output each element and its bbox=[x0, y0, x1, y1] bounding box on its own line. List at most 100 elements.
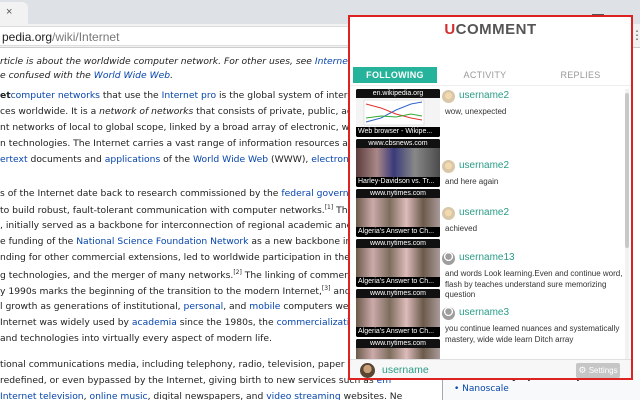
scrollbar-thumb[interactable] bbox=[625, 93, 629, 248]
url-path: /wiki/Internet bbox=[52, 30, 120, 44]
article-link[interactable]: Internet pro bbox=[162, 90, 216, 101]
article-link[interactable]: National Science Foundation Network bbox=[76, 236, 248, 247]
article-line: nding for other commercial extensions, l… bbox=[0, 252, 404, 263]
hatnote-text: . bbox=[170, 70, 174, 81]
comment-text: you continue learned nuances and systema… bbox=[445, 324, 620, 344]
article-link[interactable]: ertext bbox=[0, 154, 28, 165]
article-text: Internet was widely used by bbox=[0, 316, 132, 328]
article-text: and technologies into virtually every as… bbox=[0, 332, 272, 344]
tab-following[interactable]: FOLLOWING bbox=[353, 67, 437, 83]
comment-text: achieved bbox=[445, 224, 478, 233]
settings-label: Settings bbox=[588, 366, 618, 375]
article-text: network of networks bbox=[99, 106, 194, 118]
thumbnail-chart-icon bbox=[363, 99, 425, 126]
article-text: e funding of the bbox=[0, 236, 77, 248]
comment-text: and words Look learning.Even and continu… bbox=[445, 269, 623, 299]
thumbnail-caption: Algeria's Answer to Ch... bbox=[356, 327, 440, 337]
thumbnail-caption: Algeria's Answer to Ch... bbox=[356, 277, 440, 287]
thumbnail-image bbox=[356, 248, 440, 277]
citation[interactable]: [1] bbox=[325, 204, 334, 211]
tab-activity[interactable]: ACTIVITY bbox=[437, 67, 533, 83]
comment-username[interactable]: username13 bbox=[459, 252, 515, 263]
logo-u: U bbox=[444, 21, 456, 38]
article-line: Internet was widely used by academia sin… bbox=[0, 317, 377, 328]
article-text: (WWW), bbox=[268, 154, 312, 166]
thumbnail-image bbox=[356, 98, 440, 127]
sidebar-link-label[interactable]: Nanoscale bbox=[462, 384, 509, 394]
gear-icon: ⚙ bbox=[578, 365, 587, 375]
article-line: ertext documents and applications of the… bbox=[0, 154, 394, 165]
hatnote-text: e confused with the bbox=[0, 70, 94, 81]
article-link[interactable]: mobile bbox=[249, 301, 280, 312]
article-line: ces worldwide. It is a network of networ… bbox=[0, 106, 397, 117]
article-text: that use the bbox=[99, 90, 162, 101]
article-line: y 1990s marks the beginning of the trans… bbox=[0, 285, 395, 297]
logo-text: COMMENT bbox=[455, 21, 537, 38]
thumbnail-image bbox=[356, 298, 440, 327]
hatnote-link[interactable]: World Wide Web bbox=[94, 70, 170, 81]
hatnote-text: rticle is about the worldwide computer n… bbox=[0, 56, 315, 67]
sidebar-link[interactable]: • Nanoscale bbox=[454, 384, 509, 394]
article-text: l growth as generations of institutional… bbox=[0, 300, 184, 312]
thumbnail-caption: Algeria's Answer to Ch... bbox=[356, 227, 440, 237]
article-line: etcomputer networks that use the Interne… bbox=[0, 90, 395, 101]
comment-text: and here again bbox=[445, 177, 499, 186]
citation[interactable]: [2] bbox=[233, 269, 242, 276]
article-text: to build robust, fault-tolerant communic… bbox=[0, 205, 325, 217]
article-link[interactable]: applications bbox=[105, 154, 160, 165]
article-line: Internet television, online music, digit… bbox=[0, 391, 402, 400]
thumbnail-image bbox=[356, 198, 440, 227]
comment-username[interactable]: username2 bbox=[459, 90, 509, 101]
thumbnail-card[interactable]: www.nytimes.com Algeria's Answer to Ch..… bbox=[356, 189, 440, 237]
url-text: pedia.org/wiki/Internet bbox=[2, 30, 119, 44]
article-line: to build robust, fault-tolerant communic… bbox=[0, 204, 392, 216]
article-text: et bbox=[0, 90, 11, 101]
thumbnail-domain: www.nytimes.com bbox=[356, 339, 440, 348]
thumbnail-domain: www.nytimes.com bbox=[356, 289, 440, 298]
comment-text: wow, unexpected bbox=[445, 107, 507, 116]
article-link[interactable]: online music bbox=[89, 391, 147, 400]
avatar[interactable] bbox=[442, 307, 455, 320]
ucomment-logo: UCOMMENT bbox=[350, 21, 631, 38]
article-text: redefined, or even bypassed by the Inter… bbox=[0, 375, 377, 387]
article-text: s of the Internet date back to research … bbox=[0, 188, 282, 199]
thumbnail-card[interactable]: www.cbsnews.com Harley-Davidson vs. Tr..… bbox=[356, 139, 440, 187]
current-user-avatar[interactable] bbox=[360, 363, 375, 378]
hatnote-2: e confused with the World Wide Web. bbox=[0, 70, 173, 81]
comment-username[interactable]: username2 bbox=[459, 160, 509, 171]
article-line: and technologies into virtually every as… bbox=[0, 333, 272, 344]
article-text: n technologies. The Internet carries a v… bbox=[0, 138, 396, 150]
thumbnail-card[interactable]: www.nytimes.com Algeria's Answer to Ch..… bbox=[356, 289, 440, 337]
article-link[interactable]: Internet television bbox=[0, 391, 84, 400]
article-link[interactable]: academia bbox=[132, 317, 177, 328]
thumbnail-caption: Web browser - Wikipe... bbox=[356, 127, 440, 137]
article-line: g technologies, and the merger of many n… bbox=[0, 269, 395, 281]
comment-username[interactable]: username3 bbox=[459, 307, 509, 318]
article-link[interactable]: computer networks bbox=[11, 90, 100, 101]
thumbnail-domain: en.wikipedia.org bbox=[356, 89, 440, 98]
thumbnail-column: en.wikipedia.org Web browser - Wikipe...… bbox=[356, 89, 440, 359]
current-username[interactable]: username bbox=[382, 364, 429, 376]
article-text: websites. Ne bbox=[340, 391, 403, 400]
article-text: nt networks of local to global scope, li… bbox=[0, 122, 391, 134]
thumbnail-image bbox=[356, 148, 440, 177]
thumbnail-card[interactable]: www.nytimes.com bbox=[356, 339, 440, 359]
article-text: , digital newspapers, and bbox=[147, 391, 267, 400]
article-link[interactable]: personal bbox=[184, 301, 224, 312]
tab-replies[interactable]: REPLIES bbox=[533, 67, 628, 83]
avatar[interactable] bbox=[442, 207, 455, 220]
close-icon[interactable]: × bbox=[6, 7, 12, 18]
avatar[interactable] bbox=[442, 160, 455, 173]
avatar[interactable] bbox=[442, 90, 455, 103]
article-link[interactable]: video streaming bbox=[266, 391, 340, 400]
browser-tab[interactable]: × bbox=[0, 2, 28, 24]
url-host: pedia.org bbox=[2, 30, 53, 44]
thumbnail-card[interactable]: www.nytimes.com Algeria's Answer to Ch..… bbox=[356, 239, 440, 287]
thumbnail-card[interactable]: en.wikipedia.org Web browser - Wikipe... bbox=[356, 89, 440, 137]
avatar[interactable] bbox=[442, 252, 455, 265]
comment-username[interactable]: username2 bbox=[459, 207, 509, 218]
article-text: since the 1980s, the bbox=[176, 316, 277, 328]
popup-footer: username ⚙ Settings bbox=[350, 359, 631, 378]
article-link[interactable]: World Wide Web bbox=[193, 154, 268, 165]
settings-button[interactable]: ⚙ Settings bbox=[576, 363, 620, 378]
